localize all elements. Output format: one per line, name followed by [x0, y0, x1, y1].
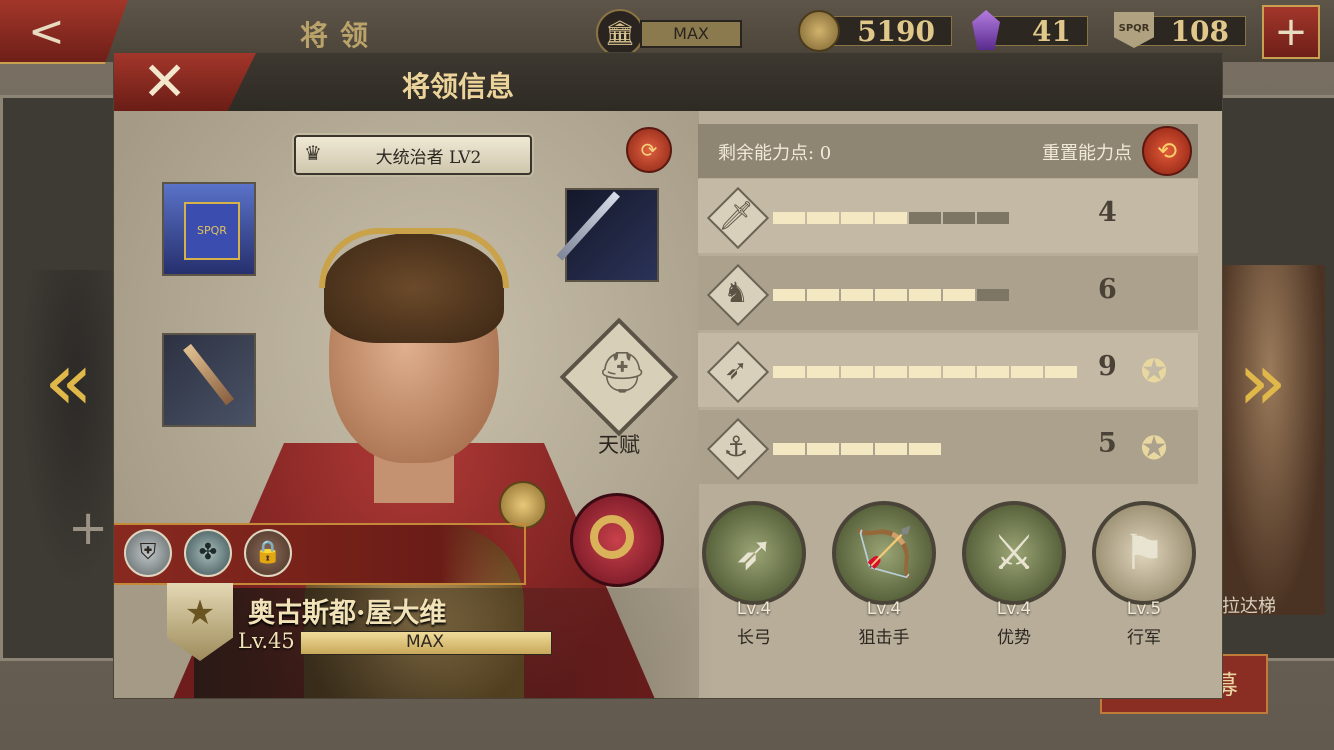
sword-icon: 🗡 [718, 199, 754, 232]
stat-bar-segment [875, 366, 907, 378]
stat-row: 🗡 4 [698, 179, 1198, 253]
spqr-banner-icon: SPQR [184, 202, 240, 260]
equipment-slot-banner[interactable]: SPQR [162, 182, 256, 276]
spear-icon [183, 343, 235, 406]
reset-points-button[interactable]: ⟲ [1142, 126, 1192, 176]
stat-bar-segment [1045, 366, 1077, 378]
stat-bar-segment [977, 212, 1009, 224]
back-arrow-icon[interactable]: < [28, 6, 65, 57]
remaining-points-label: 剩余能力点: 0 [718, 143, 832, 164]
skill-level: Lv.5 [1126, 599, 1162, 619]
skill-level: Lv.4 [866, 599, 902, 619]
equipment-slot-sword[interactable] [556, 188, 659, 282]
stat-value: 6 [1098, 274, 1117, 305]
skill-button[interactable]: ⚑ [1092, 501, 1196, 605]
skill-name: 行军 [1127, 628, 1161, 648]
rank-title-badge[interactable]: ♛ 大统治者 LV2 [294, 135, 532, 175]
stat-bar-segment [909, 443, 941, 455]
stat-bar-segment [909, 212, 941, 224]
laurel-medal-icon[interactable]: ✪ [1128, 347, 1180, 395]
screen-title: 将领 [300, 19, 381, 52]
stat-bar-segment [875, 289, 907, 301]
stat-row: ➶ 9 ✪ [698, 333, 1198, 407]
stat-row: ⚓ 5 ✪ [698, 410, 1198, 484]
stat-value: 9 [1098, 351, 1117, 382]
skill-name: 优势 [997, 628, 1031, 648]
next-hero-arrow-icon[interactable]: » [1238, 335, 1287, 428]
prev-hero-arrow-icon[interactable]: « [44, 335, 93, 428]
equipment-slot-spear[interactable] [162, 333, 256, 427]
stat-bar-segment [773, 366, 805, 378]
sword-icon [556, 191, 620, 261]
experience-label: MAX [406, 632, 444, 652]
stat-bar-segment [875, 443, 907, 455]
swap-skin-icon[interactable]: ⟳ [626, 127, 672, 173]
stat-bar-segment [875, 212, 907, 224]
stat-bar-segment [977, 289, 1009, 301]
stat-bar-segment [807, 212, 839, 224]
hero-brooch [499, 481, 547, 529]
stat-row: ♞ 6 [698, 256, 1198, 330]
helmet-icon[interactable]: ⛑ [592, 343, 652, 403]
skill-button[interactable]: ⚔ [962, 501, 1066, 605]
longbow-icon: ➶ [733, 525, 775, 581]
laurel-wreath [319, 228, 509, 288]
shield-skill-icon[interactable]: ⛨ [124, 529, 172, 577]
hero-level: Lv.45 [238, 629, 295, 653]
rank-title-text: 大统治者 LV2 [375, 148, 482, 168]
talent-label: 天赋 [598, 433, 640, 457]
lock-icon[interactable]: 🔒 [244, 529, 292, 577]
crown-icon: ♛ [304, 141, 322, 165]
skill-name: 狙击手 [858, 628, 910, 648]
stat-bar-segment [943, 212, 975, 224]
stat-bar-segment [773, 443, 805, 455]
stat-bar-segment [977, 366, 1009, 378]
ring-icon [590, 515, 634, 559]
skill-level: Lv.4 [736, 599, 772, 619]
stat-bar-segment [909, 289, 941, 301]
add-resource-button[interactable]: + [1262, 5, 1320, 59]
coin-icon [798, 10, 840, 52]
stat-bar-segment [909, 366, 941, 378]
close-icon[interactable]: ✕ [142, 53, 187, 111]
temple-icon: 🏛 [596, 9, 644, 57]
stat-bar-segment [841, 212, 873, 224]
gem-counter[interactable]: 41 [988, 16, 1088, 47]
stat-bar-segment [943, 366, 975, 378]
star-icon: ★ [184, 593, 216, 633]
skill-button[interactable]: ➶ [702, 501, 806, 605]
laurel-medal-icon[interactable]: ✪ [1128, 424, 1180, 472]
stat-bar-segment [841, 443, 873, 455]
stat-bar-segment [807, 289, 839, 301]
reset-points-label: 重置能力点 [1042, 143, 1132, 164]
stat-bar-segment [807, 443, 839, 455]
stat-value: 4 [1098, 197, 1117, 228]
stat-bar-segment [841, 289, 873, 301]
march-icon: ⚑ [1122, 525, 1166, 581]
next-hero-name: 拉达梯 [1222, 596, 1276, 617]
add-hero-icon[interactable]: + [68, 500, 108, 556]
stat-value: 5 [1098, 428, 1117, 459]
stat-bar-segment [807, 366, 839, 378]
skill-button[interactable]: 🏹 [832, 501, 936, 605]
archer-icon: 🏹 [854, 525, 914, 581]
passive-skill-bar [114, 523, 526, 585]
hero-info-dialog: 将领信息 ✕ ♛ 大统治者 LV2 ⟳ SPQR ⛑ 天赋 ⛨ ✤ 🔒 ★ 奥古… [113, 52, 1223, 699]
horse-icon: ♞ [723, 276, 749, 309]
bow-icon: ➶ [724, 353, 748, 386]
next-hero-portrait [1215, 265, 1325, 615]
archer-group-icon: ⚔ [992, 525, 1036, 581]
building-level-max: MAX [640, 20, 742, 48]
skill-name: 长弓 [737, 628, 771, 648]
stat-bar-segment [841, 366, 873, 378]
stat-bar-segment [1011, 366, 1043, 378]
stat-bar-segment [773, 212, 805, 224]
stat-bar-segment [943, 289, 975, 301]
hero-name: 奥古斯都·屋大维 [248, 598, 447, 629]
clover-skill-icon[interactable]: ✤ [184, 529, 232, 577]
stat-bar-segment [773, 289, 805, 301]
skill-level: Lv.4 [996, 599, 1032, 619]
anchor-icon: ⚓ [723, 430, 749, 463]
